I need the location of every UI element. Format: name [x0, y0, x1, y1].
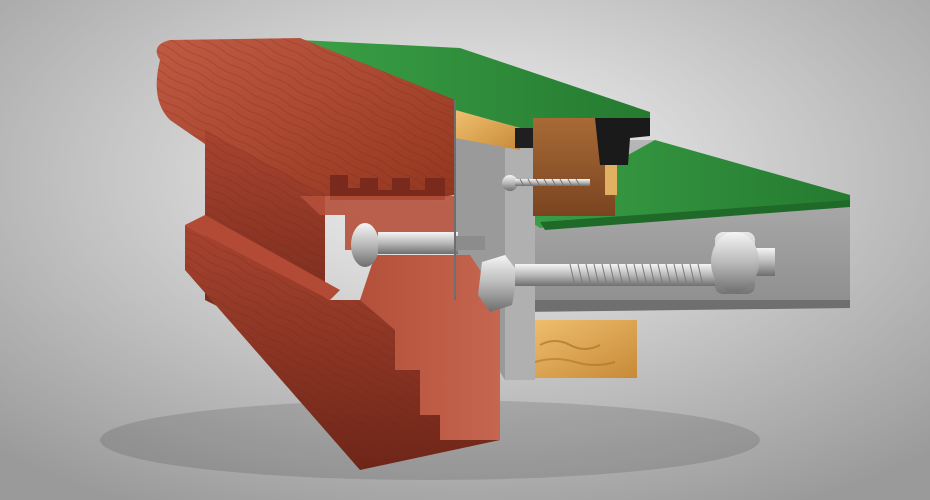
- rail-assembly-illustration: [0, 0, 930, 500]
- render-canvas: [0, 0, 930, 500]
- cross-dowel-nut: [711, 232, 759, 294]
- pine-support-block: [525, 320, 637, 378]
